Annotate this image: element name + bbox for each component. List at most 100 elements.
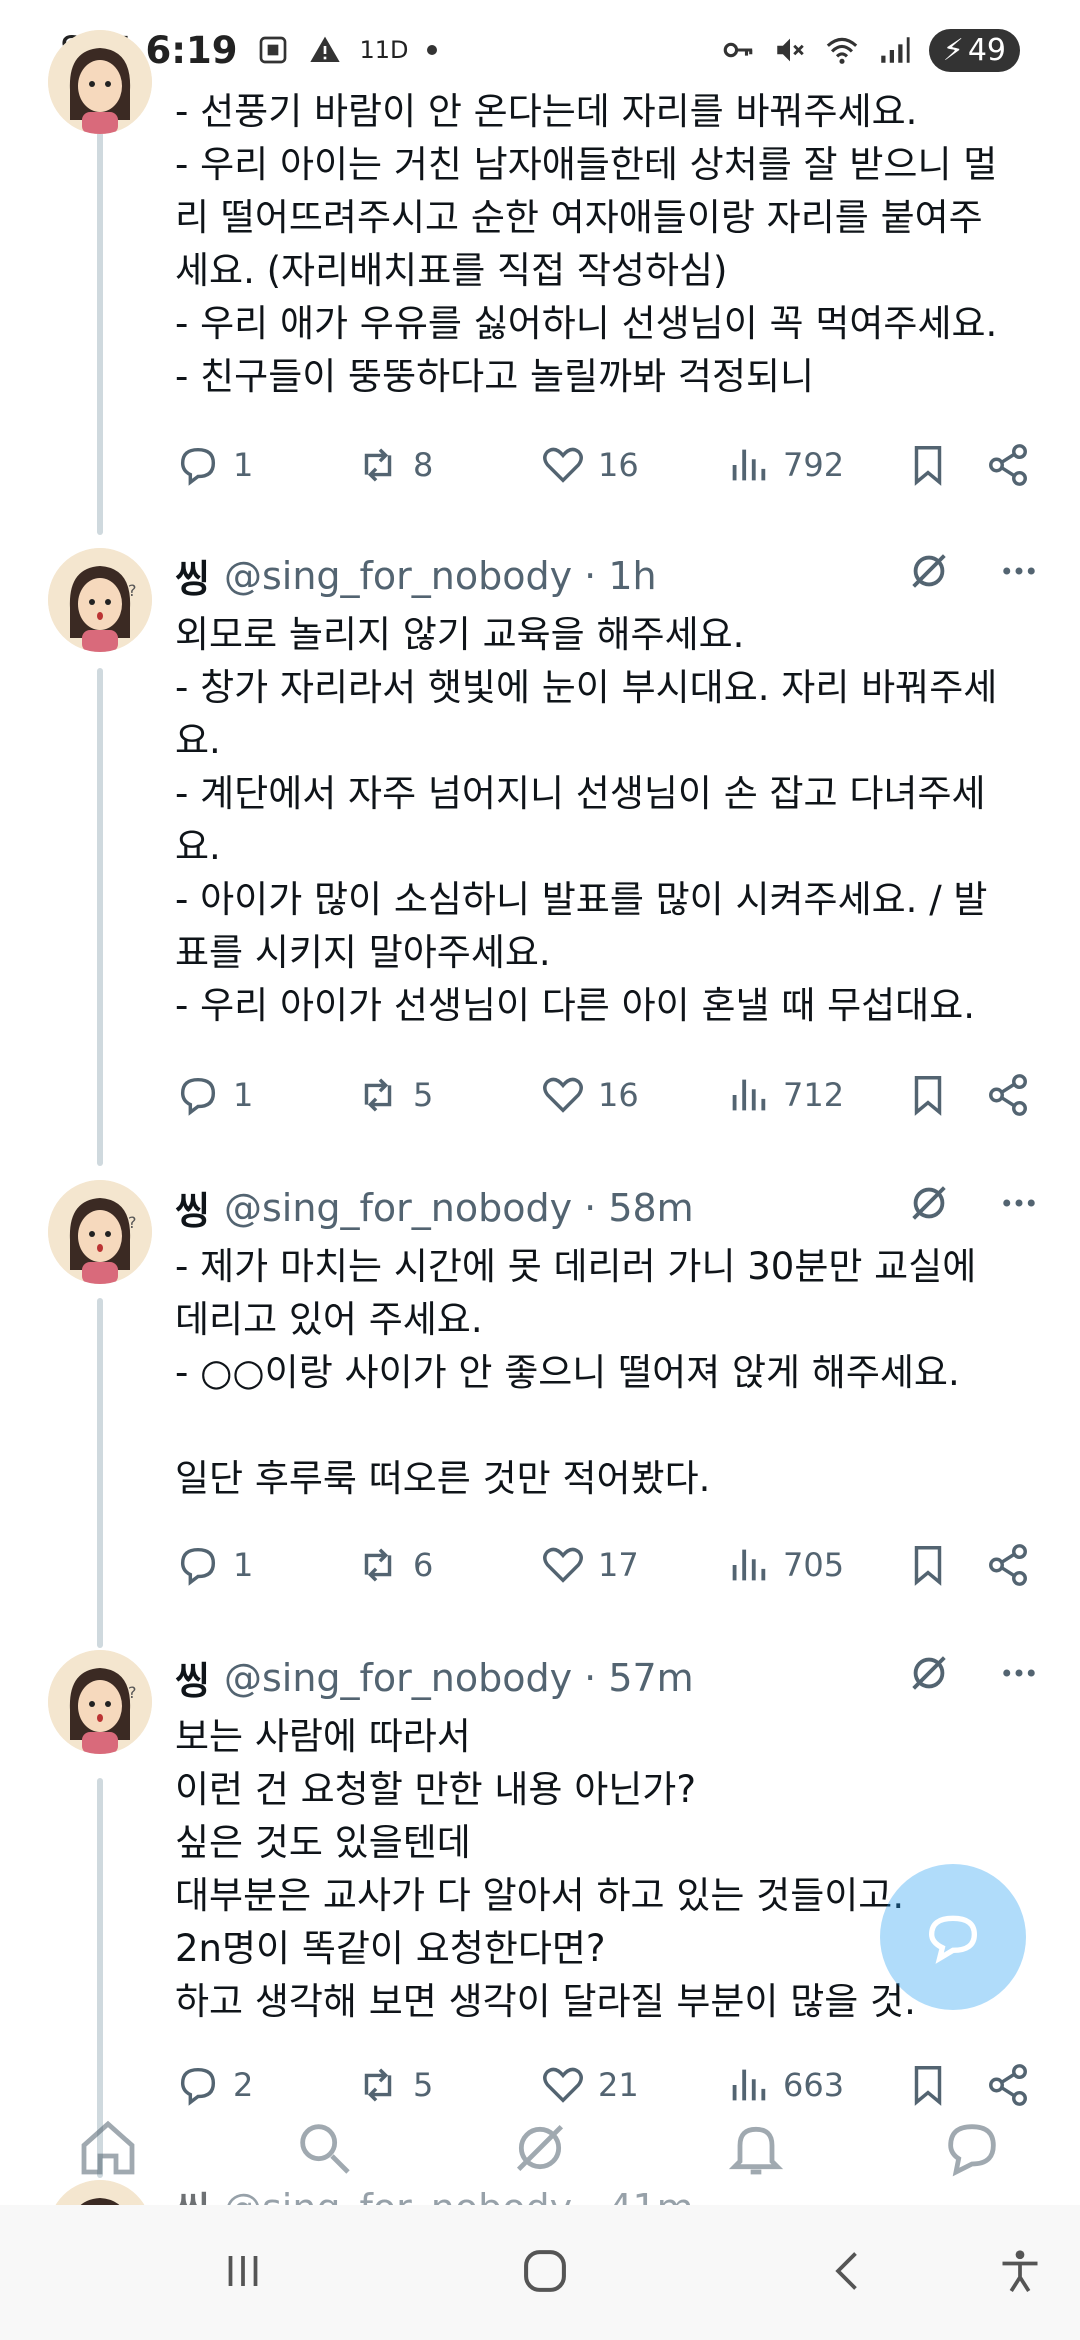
- battery-indicator: ⚡ 49: [928, 28, 1020, 72]
- tweet-text: 외모로 놀리지 않기 교육을 해주세요. - 창가 자리라서 햇빛에 눈이 부시…: [175, 613, 998, 1027]
- views-button[interactable]: 705: [725, 1542, 844, 1588]
- home-button-icon[interactable]: [518, 2244, 572, 2302]
- share-icon: [989, 444, 1027, 486]
- views-button[interactable]: 792: [725, 442, 844, 488]
- handle-and-time[interactable]: @sing_for_nobody · 58m: [224, 1186, 694, 1230]
- recents-icon[interactable]: [218, 2246, 268, 2300]
- display-name[interactable]: 씽: [175, 1650, 210, 1705]
- thread-line: [97, 1298, 103, 1648]
- reply-count: 1: [233, 446, 254, 484]
- key-icon: [721, 33, 755, 67]
- bookmark-icon: [914, 1546, 942, 1586]
- mute-icon: [773, 33, 807, 67]
- like-button[interactable]: 16: [540, 1072, 639, 1118]
- like-button[interactable]: 17: [540, 1542, 639, 1588]
- share-button[interactable]: [985, 442, 1031, 488]
- chat-bubble-icon: [928, 1915, 978, 1964]
- tweet-header: 씽 @sing_for_nobody · 58m: [175, 1180, 694, 1235]
- app-bottom-nav: [0, 2100, 1080, 2200]
- more-icon[interactable]: [998, 1652, 1040, 1698]
- svg-text:?: ?: [128, 1683, 137, 1702]
- clock: 6:19: [145, 28, 238, 72]
- heart-icon: [543, 447, 583, 483]
- share-button[interactable]: [985, 1072, 1031, 1118]
- accessibility-icon[interactable]: [995, 2246, 1045, 2300]
- avatar[interactable]: ?: [48, 1180, 152, 1284]
- bookmark-button[interactable]: [905, 1542, 951, 1588]
- like-count: 16: [598, 1076, 639, 1114]
- warning-icon: [308, 33, 342, 67]
- tweet-header-actions: [906, 1180, 1040, 1230]
- retweet-count: 6: [413, 1546, 434, 1584]
- grok-icon[interactable]: [906, 1180, 952, 1230]
- reply-button[interactable]: 1: [175, 442, 253, 488]
- like-button[interactable]: 16: [540, 442, 639, 488]
- bell-icon[interactable]: [724, 2116, 788, 2184]
- svg-text:?: ?: [128, 1213, 137, 1232]
- thread-line: [97, 95, 103, 535]
- messages-icon[interactable]: [940, 2116, 1004, 2184]
- signal-icon: [877, 33, 911, 67]
- tweet-actions: 1 5 16 712: [175, 1065, 1045, 1125]
- wifi-icon: [825, 33, 859, 67]
- reply-icon: [180, 1547, 216, 1586]
- compose-button[interactable]: [880, 1864, 1026, 2010]
- retweet-button[interactable]: 5: [355, 1072, 433, 1118]
- tweet-actions: 1 8 16 792: [175, 435, 1045, 495]
- bookmark-icon: [914, 446, 942, 486]
- retweet-count: 8: [413, 446, 434, 484]
- retweet-count: 5: [413, 2066, 434, 2104]
- like-count: 16: [598, 446, 639, 484]
- bookmark-icon: [914, 1076, 942, 1116]
- handle-and-time[interactable]: @sing_for_nobody · 57m: [224, 1656, 694, 1700]
- heart-icon: [543, 1077, 583, 1113]
- more-icon[interactable]: [998, 550, 1040, 596]
- retweet-icon: [364, 1548, 392, 1582]
- retweet-button[interactable]: 8: [355, 442, 433, 488]
- view-count: 663: [783, 2066, 845, 2104]
- reply-icon: [180, 447, 216, 486]
- bookmark-button[interactable]: [905, 442, 951, 488]
- avatar[interactable]: ?: [48, 548, 152, 652]
- avatar[interactable]: [48, 30, 152, 134]
- views-icon: [732, 1549, 766, 1581]
- battery-level: 49: [967, 32, 1006, 68]
- display-name[interactable]: 씽: [175, 548, 210, 603]
- retweet-icon: [364, 1078, 392, 1112]
- tweet-header: 씽 @sing_for_nobody · 1h: [175, 548, 657, 603]
- tweet-text: - 선풍기 바람이 안 온다는데 자리를 바꿔주세요. - 우리 아이는 거친 …: [175, 90, 998, 398]
- views-button[interactable]: 712: [725, 1072, 844, 1118]
- thread-line: [97, 668, 103, 1166]
- grok-icon[interactable]: [906, 1650, 952, 1700]
- retweet-button[interactable]: 6: [355, 1542, 433, 1588]
- search-icon[interactable]: [292, 2116, 356, 2184]
- home-icon[interactable]: [76, 2116, 140, 2184]
- screenshot-icon: [256, 33, 290, 67]
- svg-text:?: ?: [128, 581, 137, 600]
- tweet-actions: 1 6 17 705: [175, 1535, 1045, 1595]
- view-count: 712: [783, 1076, 845, 1114]
- dot-icon: [426, 45, 437, 55]
- tweet-header-actions: [906, 1650, 1040, 1700]
- more-icon[interactable]: [998, 1182, 1040, 1228]
- views-icon: [732, 1079, 766, 1111]
- tweet-header: 씽 @sing_for_nobody · 57m: [175, 1650, 694, 1705]
- grok-icon[interactable]: [508, 2116, 572, 2184]
- bookmark-button[interactable]: [905, 1072, 951, 1118]
- tweet-text: - 제가 마치는 시간에 못 데리러 가니 30분만 교실에 데리고 있어 주세…: [175, 1245, 977, 1500]
- reply-count: 2: [233, 2066, 254, 2104]
- bolt-icon: ⚡: [942, 32, 964, 68]
- reply-button[interactable]: 1: [175, 1072, 253, 1118]
- share-button[interactable]: [985, 1542, 1031, 1588]
- share-icon: [989, 1074, 1027, 1116]
- back-icon[interactable]: [823, 2246, 873, 2300]
- grok-icon[interactable]: [906, 548, 952, 598]
- tweet-header-actions: [906, 548, 1040, 598]
- like-count: 21: [598, 2066, 639, 2104]
- handle-and-time[interactable]: @sing_for_nobody · 1h: [224, 554, 657, 598]
- display-name[interactable]: 씽: [175, 1180, 210, 1235]
- views-icon: [732, 449, 766, 481]
- avatar[interactable]: ?: [48, 1650, 152, 1754]
- reply-button[interactable]: 1: [175, 1542, 253, 1588]
- like-count: 17: [598, 1546, 639, 1584]
